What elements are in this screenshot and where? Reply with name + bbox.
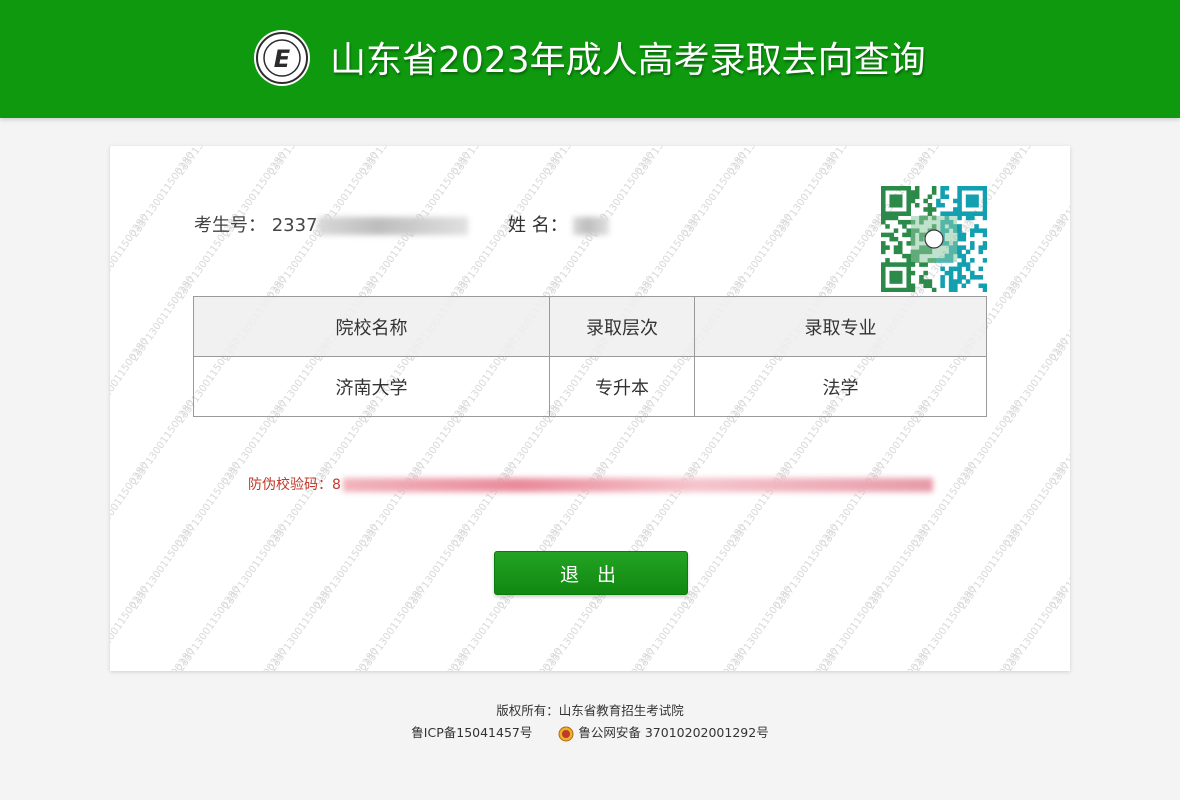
watermark-text: 2337130011500280: [1003, 336, 1070, 426]
logo-letter: E: [274, 45, 291, 73]
candidate-name-redacted: [573, 217, 610, 235]
watermark-text: 2337130011500280: [129, 274, 196, 364]
footer-icp-link[interactable]: 鲁ICP备15041457号: [411, 722, 532, 744]
watermark-text: 2337130011500280: [175, 460, 242, 550]
watermark-text: 2337130011500280: [110, 460, 151, 550]
footer-copyright: 版权所有：山东省教育招生考试院: [496, 703, 684, 718]
cell-major: 法学: [694, 356, 987, 417]
candidate-name-row: 姓 名：: [508, 212, 610, 240]
candidate-id-row: 考生号： 2337: [194, 212, 468, 240]
watermark-text: 2337130011500280: [819, 146, 886, 178]
watermark-text: 2337130011500280: [1049, 398, 1070, 488]
watermark-text: 2337130011500280: [1049, 150, 1070, 240]
watermark-text: 2337130011500280: [865, 646, 932, 671]
watermark-text: 2337130011500280: [129, 150, 196, 240]
watermark-text: 2337130011500280: [1049, 646, 1070, 671]
watermark-text: 2337130011500280: [313, 522, 380, 612]
qr-code-icon: [881, 186, 987, 292]
watermark-text: 2337130011500280: [405, 646, 472, 671]
watermark-text: 2337130011500280: [589, 646, 656, 671]
watermark-text: 2337130011500280: [129, 646, 196, 671]
table-row: 济南大学 专升本 法学: [193, 356, 987, 417]
watermark-text: 2337130011500280: [635, 146, 702, 178]
watermark-text: 2337130011500280: [313, 646, 380, 671]
watermark-text: 2337130011500280: [110, 146, 151, 178]
watermark-text: 2337130011500280: [957, 522, 1024, 612]
watermark-text: 2337130011500280: [110, 336, 151, 426]
header-school: 院校名称: [193, 296, 550, 357]
watermark-text: 2337130011500280: [221, 646, 288, 671]
watermark-text: 2337130011500280: [451, 584, 518, 671]
verification-code: 防伪校验码：8: [248, 474, 933, 494]
watermark-text: 2337130011500280: [727, 146, 794, 178]
watermark-text: 2337130011500280: [359, 584, 426, 671]
footer-police-text: 鲁公网安备 37010202001292号: [578, 725, 769, 740]
watermark-text: 2337130011500280: [681, 646, 748, 671]
watermark-text: 2337130011500280: [543, 146, 610, 178]
watermark-text: 2337130011500280: [911, 584, 978, 671]
candidate-id-redacted: [317, 217, 468, 235]
watermark-text: 2337130011500280: [497, 646, 564, 671]
exit-button[interactable]: 退 出: [494, 551, 688, 595]
admission-table: 院校名称 录取层次 录取专业 济南大学 专升本 法学: [193, 296, 987, 417]
cell-level: 专升本: [549, 356, 695, 417]
header-level: 录取层次: [549, 296, 695, 357]
verification-label: 防伪校验码：: [248, 477, 332, 493]
page-header: E 山东省2023年成人高考录取去向查询: [0, 0, 1180, 118]
watermark-text: 2337130011500280: [451, 146, 518, 178]
watermark-text: 2337130011500280: [359, 146, 426, 178]
watermark-text: 2337130011500280: [543, 584, 610, 671]
watermark-text: 2337130011500280: [773, 522, 840, 612]
watermark-text: 2337130011500280: [635, 584, 702, 671]
watermark-text: 2337130011500280: [175, 584, 242, 671]
watermark-text: 2337130011500280: [1049, 274, 1070, 364]
watermark-text: 2337130011500280: [405, 522, 472, 612]
page-footer: 版权所有：山东省教育招生考试院 鲁ICP备15041457号 鲁公网安备 370…: [0, 700, 1180, 744]
watermark-text: 2337130011500280: [1003, 584, 1070, 671]
watermark-text: 2337130011500280: [865, 522, 932, 612]
result-card: 2337130011500280 2337130011500280 23371300…: [110, 146, 1070, 671]
page-title: 山东省2023年成人高考录取去向查询: [330, 40, 926, 81]
table-header-row: 院校名称 录取层次 录取专业: [193, 296, 987, 357]
exam-authority-logo-icon: E: [254, 30, 310, 86]
police-badge-icon: [558, 726, 574, 741]
watermark-text: 2337130011500280: [727, 584, 794, 671]
candidate-id-label: 考生号：: [194, 215, 266, 236]
watermark-text: 2337130011500280: [819, 212, 886, 302]
watermark-text: 2337130011500280: [727, 212, 794, 302]
watermark-text: 2337130011500280: [175, 146, 242, 178]
watermark-text: 2337130011500280: [129, 398, 196, 488]
verification-redacted: [342, 478, 933, 492]
watermark-text: 2337130011500280: [110, 212, 151, 302]
watermark-text: 2337130011500280: [267, 584, 334, 671]
cell-school: 济南大学: [193, 356, 550, 417]
candidate-id-value: 2337: [271, 215, 318, 236]
watermark-text: 2337130011500280: [681, 150, 748, 240]
watermark-text: 2337130011500280: [129, 522, 196, 612]
watermark-text: 2337130011500280: [773, 646, 840, 671]
header-major: 录取专业: [694, 296, 987, 357]
watermark-text: 2337130011500280: [681, 522, 748, 612]
verification-prefix: 8: [332, 477, 341, 493]
watermark-text: 2337130011500280: [1049, 522, 1070, 612]
watermark-text: 2337130011500280: [1003, 146, 1070, 178]
watermark-text: 2337130011500280: [267, 146, 334, 178]
footer-police-link[interactable]: 鲁公网安备 37010202001292号: [558, 722, 769, 744]
watermark-text: 2337130011500280: [773, 150, 840, 240]
watermark-text: 2337130011500280: [911, 146, 978, 178]
watermark-text: 2337130011500280: [1003, 460, 1070, 550]
watermark-text: 2337130011500280: [819, 584, 886, 671]
watermark-text: 2337130011500280: [221, 522, 288, 612]
watermark-text: 2337130011500280: [957, 646, 1024, 671]
watermark-text: 2337130011500280: [1003, 212, 1070, 302]
watermark-text: 2337130011500280: [635, 212, 702, 302]
watermark-text: 2337130011500280: [110, 584, 151, 671]
candidate-name-label: 姓 名：: [508, 215, 568, 236]
